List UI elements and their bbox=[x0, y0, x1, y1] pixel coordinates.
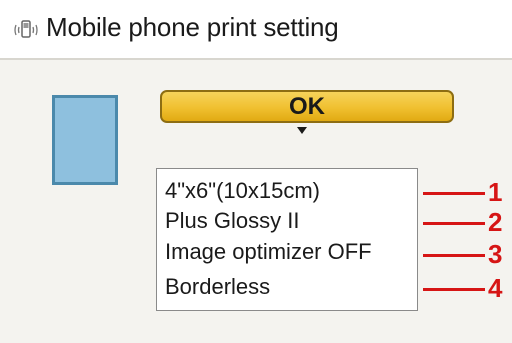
arrow-down-icon bbox=[297, 127, 307, 134]
callout-number-3: 3 bbox=[488, 239, 503, 269]
callout-number-4: 4 bbox=[488, 273, 503, 303]
setting-media-type: Plus Glossy II bbox=[165, 208, 300, 233]
mobile-phone-icon bbox=[14, 20, 38, 38]
callout-line-3 bbox=[423, 254, 485, 257]
header: Mobile phone print setting bbox=[0, 0, 512, 60]
callout-number-1: 1 bbox=[488, 177, 503, 207]
callout-line-2 bbox=[423, 222, 485, 225]
setting-page-size: 4"x6"(10x15cm) bbox=[165, 178, 321, 203]
ok-button[interactable]: OK bbox=[160, 90, 454, 123]
setting-layout: Borderless bbox=[165, 274, 271, 299]
page-title: Mobile phone print setting bbox=[46, 12, 339, 42]
setting-image-optimizer: Image optimizer OFF bbox=[165, 239, 372, 264]
print-preview-thumbnail bbox=[52, 95, 118, 185]
callout-line-4 bbox=[423, 288, 485, 291]
callout-line-1 bbox=[423, 192, 485, 195]
header-divider bbox=[0, 58, 512, 60]
callout-number-2: 2 bbox=[488, 207, 503, 237]
